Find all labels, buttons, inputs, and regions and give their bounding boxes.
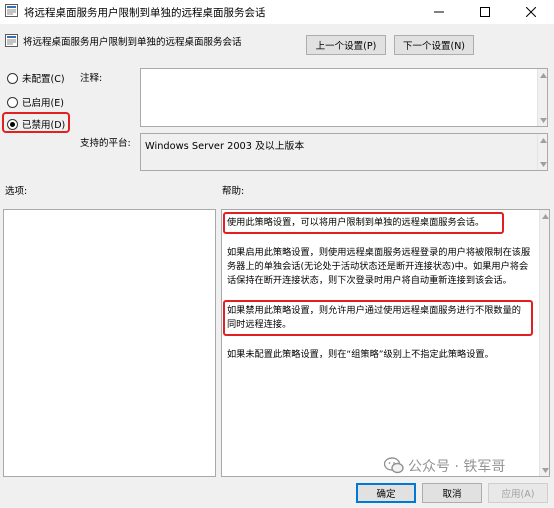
radio-disabled[interactable]: 已禁用(D) <box>7 117 65 131</box>
apply-button[interactable]: 应用(A) <box>488 483 548 503</box>
help-paragraph-1: 使用此策略设置，可以将用户限制到单独的远程桌面服务会话。 <box>223 212 504 234</box>
help-content: 使用此策略设置，可以将用户限制到单独的远程桌面服务会话。 如果启用此策略设置，则… <box>223 211 537 362</box>
scroll-down-icon[interactable] <box>538 115 548 125</box>
platform-label: 支持的平台: <box>80 138 131 149</box>
wechat-icon <box>384 457 404 474</box>
radio-enabled-label: 已启用(E) <box>22 98 64 109</box>
watermark-text: 公众号 · 铁军哥 <box>408 459 506 475</box>
scroll-down-icon[interactable] <box>538 159 548 169</box>
ok-button[interactable]: 确定 <box>356 483 416 503</box>
comment-textarea[interactable] <box>140 68 548 127</box>
maximize-icon <box>480 7 490 17</box>
scroll-up-icon[interactable] <box>538 70 548 80</box>
radio-selected-icon <box>7 118 18 130</box>
policy-app-icon <box>5 4 18 17</box>
window-title: 将远程桌面服务用户限制到单独的远程桌面服务会话 <box>24 7 266 19</box>
help-scrollbar[interactable] <box>539 210 549 476</box>
minimize-button[interactable] <box>416 0 462 24</box>
platform-field: Windows Server 2003 及以上版本 <box>140 133 548 171</box>
watermark: 公众号 · 铁军哥 <box>384 455 544 477</box>
setting-title: 将远程桌面服务用户限制到单独的远程桌面服务会话 <box>23 37 242 48</box>
maximize-button[interactable] <box>462 0 508 24</box>
next-setting-button[interactable]: 下一个设置(N) <box>394 35 474 55</box>
platform-scrollbar[interactable] <box>537 134 547 170</box>
scroll-up-icon[interactable] <box>540 211 550 221</box>
cancel-button[interactable]: 取消 <box>422 483 482 503</box>
options-panel <box>3 209 216 477</box>
close-button[interactable] <box>508 0 554 24</box>
help-section-label: 帮助: <box>222 186 245 197</box>
scroll-up-icon[interactable] <box>538 135 548 145</box>
options-section-label: 选项: <box>5 186 28 197</box>
minimize-icon <box>434 11 444 13</box>
help-paragraph-4: 如果未配置此策略设置，则在“组策略”级别上不指定此策略设置。 <box>227 349 494 360</box>
comment-scrollbar[interactable] <box>537 69 547 126</box>
help-paragraph-2: 如果启用此策略设置，则使用远程桌面服务远程登录的用户将被限制在该服务器上的单独会… <box>227 247 531 286</box>
help-paragraph-3: 如果禁用此策略设置，则允许用户通过使用远程桌面服务进行不限数量的同时远程连接。 <box>223 300 533 336</box>
comment-label: 注释: <box>80 73 103 84</box>
radio-disabled-label: 已禁用(D) <box>22 120 66 131</box>
radio-circle-icon <box>7 96 18 108</box>
radio-enabled[interactable]: 已启用(E) <box>7 95 64 109</box>
close-icon <box>526 7 536 17</box>
policy-setting-icon <box>5 34 18 47</box>
radio-circle-icon <box>7 72 18 84</box>
radio-not-configured[interactable]: 未配置(C) <box>7 71 65 85</box>
previous-setting-button[interactable]: 上一个设置(P) <box>306 35 386 55</box>
platform-value: Windows Server 2003 及以上版本 <box>145 141 305 152</box>
radio-not-configured-label: 未配置(C) <box>22 74 65 85</box>
help-panel: 使用此策略设置，可以将用户限制到单独的远程桌面服务会话。 如果启用此策略设置，则… <box>221 209 550 477</box>
